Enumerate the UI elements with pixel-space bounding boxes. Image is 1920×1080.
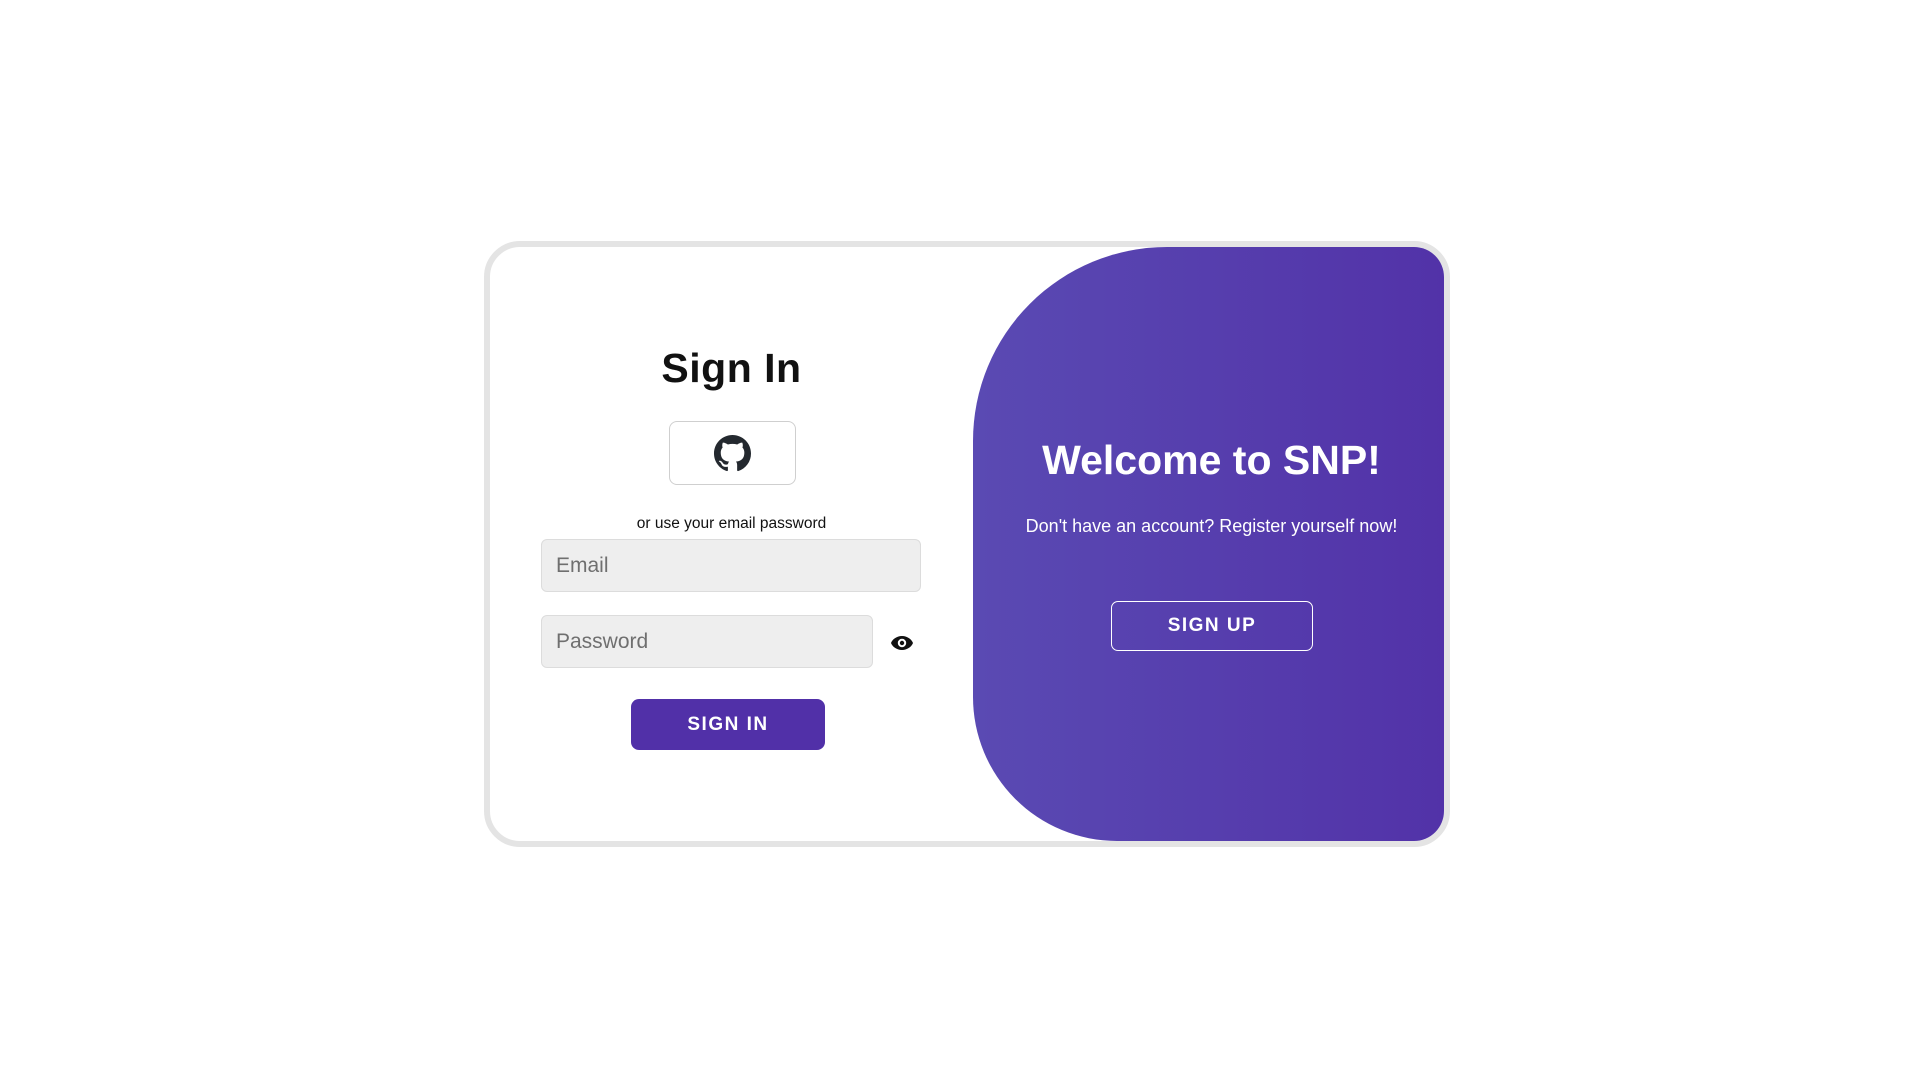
sign-in-panel: Sign In or use your email password SIGN … — [490, 247, 973, 841]
welcome-panel: Welcome to SNP! Don't have an account? R… — [973, 247, 1444, 841]
welcome-title: Welcome to SNP! — [1042, 437, 1381, 483]
eye-icon[interactable] — [890, 631, 914, 655]
github-icon — [714, 434, 751, 471]
github-login-button[interactable] — [669, 421, 796, 485]
sign-in-button[interactable]: SIGN IN — [631, 699, 825, 750]
auth-card: Sign In or use your email password SIGN … — [484, 241, 1450, 847]
password-input[interactable] — [541, 615, 873, 668]
welcome-subtitle: Don't have an account? Register yourself… — [1025, 516, 1398, 536]
email-login-hint: or use your email password — [636, 515, 827, 532]
sign-up-button[interactable]: SIGN UP — [1111, 601, 1313, 651]
email-input[interactable] — [541, 539, 921, 592]
sign-in-title: Sign In — [661, 345, 802, 391]
